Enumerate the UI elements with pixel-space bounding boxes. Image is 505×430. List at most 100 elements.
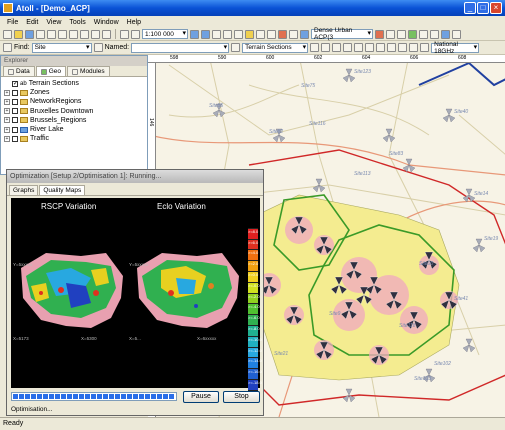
station-icon[interactable] bbox=[375, 29, 384, 39]
tree-item-traffic[interactable]: + Traffic bbox=[4, 134, 147, 143]
menu-window[interactable]: Window bbox=[90, 19, 123, 26]
scale-bin: >=-12.0 bbox=[248, 347, 262, 359]
zone-combo[interactable]: Dense Urban ACP(3 bbox=[311, 27, 373, 41]
cut-icon[interactable] bbox=[47, 29, 56, 39]
layer-checkbox[interactable] bbox=[12, 117, 18, 124]
measure-icon[interactable] bbox=[223, 29, 232, 39]
expand-icon[interactable]: + bbox=[4, 126, 10, 133]
grid-icon[interactable] bbox=[256, 29, 265, 39]
layer-checkbox[interactable] bbox=[12, 98, 18, 105]
menu-view[interactable]: View bbox=[42, 19, 65, 26]
help-icon[interactable] bbox=[102, 29, 111, 39]
view-icon[interactable] bbox=[441, 29, 450, 39]
tab-label: Modules bbox=[80, 68, 105, 75]
maximize-button[interactable]: □ bbox=[477, 2, 489, 14]
progress-block bbox=[91, 394, 96, 399]
layer-combo[interactable]: Terrain Sections bbox=[242, 42, 309, 53]
zoom-window-icon[interactable] bbox=[234, 29, 243, 39]
save-icon[interactable] bbox=[25, 29, 34, 39]
expand-icon[interactable]: + bbox=[4, 89, 10, 96]
microwave-link-icon[interactable] bbox=[420, 43, 430, 52]
polyline-icon[interactable] bbox=[354, 43, 364, 52]
tree-item-networkregions[interactable]: + NetworkRegions bbox=[4, 97, 147, 106]
layer-checkbox[interactable] bbox=[12, 108, 18, 115]
tab-modules[interactable]: Modules bbox=[67, 66, 110, 76]
copy-icon[interactable] bbox=[58, 29, 67, 39]
back-arrow-icon[interactable] bbox=[190, 29, 199, 39]
layer-checkbox[interactable] bbox=[12, 126, 18, 133]
expand-icon[interactable]: + bbox=[4, 98, 10, 105]
edit-icon[interactable] bbox=[321, 43, 331, 52]
ruler-tick-label: 606 bbox=[410, 55, 419, 61]
layer-checkbox[interactable]: ✓ bbox=[12, 80, 18, 87]
layer-checkbox[interactable] bbox=[12, 89, 18, 96]
redo-icon[interactable] bbox=[91, 29, 100, 39]
scale-bin: >=-14.0 bbox=[248, 358, 262, 370]
tree-item-bruxelles-downtown[interactable]: + Bruxelles Downtown bbox=[4, 107, 147, 116]
paste-icon[interactable] bbox=[69, 29, 78, 39]
coverage-icon[interactable] bbox=[397, 29, 406, 39]
profile-icon[interactable] bbox=[409, 43, 419, 52]
menu-file[interactable]: File bbox=[3, 19, 22, 26]
named-input[interactable] bbox=[131, 42, 230, 53]
terrain-icon[interactable] bbox=[231, 43, 241, 52]
new-file-icon[interactable] bbox=[3, 29, 12, 39]
pointer-icon[interactable] bbox=[120, 29, 129, 39]
explorer-tabs: Data Geo Modules bbox=[1, 66, 147, 77]
rectangle-icon[interactable] bbox=[343, 43, 353, 52]
site-tool-icon[interactable] bbox=[278, 29, 287, 39]
open-folder-icon[interactable] bbox=[14, 29, 23, 39]
globe-icon bbox=[40, 68, 47, 75]
zone-icon[interactable] bbox=[300, 29, 309, 39]
tree-item-river-lake[interactable]: + River Lake bbox=[4, 125, 147, 134]
layer-checkbox[interactable] bbox=[12, 135, 18, 142]
optimization-progress-bar bbox=[11, 392, 177, 401]
expand-icon[interactable]: + bbox=[4, 135, 10, 142]
tree-item-brussels-regions[interactable]: + Brussels_Regions bbox=[4, 116, 147, 125]
pause-button[interactable]: Pause bbox=[183, 391, 219, 403]
calculate-icon[interactable] bbox=[419, 29, 428, 39]
tab-quality-maps[interactable]: Quality Maps bbox=[39, 185, 86, 195]
variation-maps bbox=[21, 253, 239, 328]
delete-icon[interactable] bbox=[387, 43, 397, 52]
menu-help[interactable]: Help bbox=[123, 19, 145, 26]
tree-item-label: NetworkRegions bbox=[30, 98, 82, 106]
prediction-icon[interactable] bbox=[408, 29, 417, 39]
stop-calc-icon[interactable] bbox=[430, 29, 439, 39]
text-icon[interactable] bbox=[376, 43, 386, 52]
progress-block bbox=[79, 394, 84, 399]
tab-geo[interactable]: Geo bbox=[35, 66, 67, 76]
print-icon[interactable] bbox=[36, 29, 45, 39]
expand-icon[interactable]: + bbox=[4, 117, 10, 124]
pencil-icon[interactable] bbox=[310, 43, 320, 52]
close-button[interactable]: × bbox=[490, 2, 502, 14]
list-icon[interactable] bbox=[452, 29, 461, 39]
link-icon[interactable] bbox=[398, 43, 408, 52]
scale-bin: >=8.0 bbox=[248, 228, 258, 240]
select-area-icon[interactable] bbox=[267, 29, 276, 39]
band-combo[interactable]: National 18GHz bbox=[431, 41, 480, 55]
undo-icon[interactable] bbox=[80, 29, 89, 39]
tab-data[interactable]: Data bbox=[3, 66, 35, 76]
forward-arrow-icon[interactable] bbox=[201, 29, 210, 39]
find-combo[interactable]: Site bbox=[31, 42, 92, 53]
menu-edit[interactable]: Edit bbox=[22, 19, 42, 26]
pan-icon[interactable] bbox=[212, 29, 221, 39]
cell-icon[interactable] bbox=[386, 29, 395, 39]
polygon-icon[interactable] bbox=[332, 43, 342, 52]
stop-button[interactable]: Stop bbox=[223, 391, 260, 403]
filter-icon[interactable] bbox=[3, 43, 12, 52]
zoom-scale-combo[interactable]: 1:100 000 bbox=[142, 29, 188, 39]
minimize-button[interactable]: _ bbox=[464, 2, 476, 14]
refresh-icon[interactable] bbox=[245, 29, 254, 39]
tab-graphs[interactable]: Graphs bbox=[9, 185, 39, 195]
coord-label: Y=5xxxxx bbox=[13, 262, 33, 267]
tree-item-zones[interactable]: + Zones bbox=[4, 88, 147, 97]
tree-item-terrain-sections[interactable]: ✓ ab Terrain Sections bbox=[4, 79, 147, 88]
point-icon[interactable] bbox=[365, 43, 375, 52]
search-icon[interactable] bbox=[93, 43, 103, 52]
expand-icon[interactable]: + bbox=[4, 108, 10, 115]
zoom-in-icon[interactable] bbox=[131, 29, 140, 39]
transmitter-icon[interactable] bbox=[289, 29, 298, 39]
menu-tools[interactable]: Tools bbox=[65, 19, 89, 26]
